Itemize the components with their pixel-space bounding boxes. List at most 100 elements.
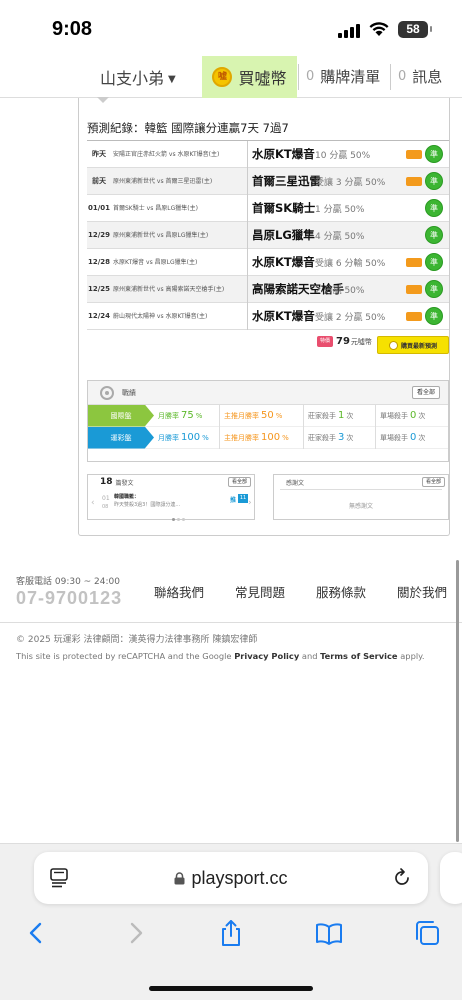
post-date: 01 08: [102, 495, 110, 510]
buy-coins-button[interactable]: 噓 買噓幣: [202, 56, 297, 98]
win-badge: 準: [425, 253, 443, 271]
top-nav: 山支小弟 ▼ 噓 買噓幣 0 購牌清單 0 訊息: [0, 56, 462, 98]
target-icon: [100, 385, 114, 400]
footer-link-terms[interactable]: 服務條款: [316, 582, 366, 601]
stats-header: 戰績 看全部: [88, 381, 448, 405]
thanks-empty-text: 無感謝文: [348, 503, 373, 510]
buy-latest-label: 購買最新預測: [400, 342, 437, 350]
record-date: 昨天: [92, 150, 106, 158]
stats-view-all-button[interactable]: 看全部: [411, 386, 440, 399]
predictor-card: 預測紀錄：韓籃 國際讓分連贏7天 7過7 昨天 安陽正官庄赤紅火箭 vs 水原K…: [78, 97, 450, 536]
footer-link-contact[interactable]: 聯絡我們: [154, 582, 204, 601]
privacy-policy-link[interactable]: Privacy Policy: [234, 651, 299, 661]
chevron-right-icon[interactable]: ›: [248, 498, 252, 508]
table-row: 12/28 水原KT爆音 vs 昌原LG獵隼(主) 水原KT爆音 受讓 6 分輸…: [87, 248, 449, 276]
scrollbar[interactable]: [456, 560, 459, 842]
stat-label: 運彩盤: [88, 426, 154, 449]
posts-title: 篇發文: [115, 479, 134, 487]
reload-icon[interactable]: [390, 866, 414, 890]
record-pick: 首爾三星迅雷: [252, 174, 321, 188]
carousel-dots: [172, 518, 185, 521]
record-match: 原州東浦新世代 vs 昌原LG獵隼(主): [111, 221, 248, 249]
coin-icon: 噓: [212, 67, 233, 87]
host-month-win-rate: 主推月勝率 50%: [220, 404, 304, 427]
record-date: 12/29: [87, 231, 111, 239]
record-result: 2 分贏 50%: [315, 285, 365, 296]
buy-coins-label: 買噓幣: [238, 69, 287, 88]
recaptcha-notice: This site is protected by reCAPTCHA and …: [16, 651, 425, 661]
record-date: 12/25: [87, 285, 111, 293]
tabs-icon[interactable]: [412, 918, 442, 948]
forward-icon[interactable]: [120, 918, 150, 948]
record-result: 10 分贏 50%: [315, 150, 371, 161]
status-bar: 9:08 58: [0, 0, 462, 56]
messages-link[interactable]: 0 訊息: [398, 66, 442, 87]
stats-panel: 戰績 看全部 國際盤 月勝率 75% 主推月勝率 50% 莊家殺手 1 次 單場殺手 0 次…: [87, 380, 449, 462]
table-row: 12/24 蔚山現代太陽神 vs 水原KT爆音(主) 水原KT爆音 受讓 2 分…: [87, 302, 449, 330]
table-row: 昨天 安陽正官庄赤紅火箭 vs 水原KT爆音(主) 水原KT爆音 10 分贏 5…: [87, 140, 449, 168]
record-date: 12/24: [87, 312, 111, 320]
user-name: 山支小弟: [100, 69, 165, 88]
record-table: 昨天 安陽正官庄赤紅火箭 vs 水原KT爆音(主) 水原KT爆音 10 分贏 5…: [87, 140, 449, 330]
buy-latest-prediction-button[interactable]: 購買最新預測: [377, 336, 449, 354]
thanks-title: 感謝文: [286, 480, 305, 487]
table-row: 12/25 原州東浦新世代 vs 高陽索諾天空槍手(主) 高陽索諾天空槍手 2 …: [87, 275, 449, 303]
service-hours: 客服電話 09:30 ~ 24:00: [16, 577, 120, 587]
month-win-rate: 月勝率 75%: [154, 404, 220, 427]
win-badge: 準: [425, 226, 443, 244]
footer-link-faq[interactable]: 常見問題: [235, 582, 285, 601]
record-match: 水原KT爆音 vs 昌原LG獵隼(主): [111, 248, 248, 276]
single-killer: 單場殺手 0 次: [380, 410, 426, 421]
record-match: 原州東浦新世代 vs 首爾三星迅雷(主): [111, 167, 248, 195]
messages-label: 訊息: [412, 68, 443, 86]
chevron-left-icon[interactable]: ‹: [91, 498, 95, 508]
record-result: 受讓 6 分輸 50%: [315, 258, 386, 269]
footer-link-about[interactable]: 關於我們: [397, 582, 447, 601]
record-pick: 水原KT爆音: [252, 255, 315, 269]
record-date: 01/01: [87, 204, 111, 212]
single-killer: 單場殺手 0 次: [380, 432, 426, 443]
record-result: 1 分贏 50%: [315, 204, 365, 215]
record-title: 預測紀錄：韓籃 國際讓分連贏7天 7過7: [87, 121, 289, 135]
footer-divider: [0, 622, 462, 623]
record-pick: 首爾SK騎士: [252, 201, 316, 215]
record-date: 前天: [92, 177, 106, 185]
table-row: 前天 原州東浦新世代 vs 首爾三星迅雷(主) 首爾三星迅雷 受讓 3 分贏 5…: [87, 167, 449, 195]
back-icon[interactable]: [22, 918, 52, 948]
thanks-panel: 感謝文 看全部 無感謝文: [273, 474, 449, 520]
record-tag-icon: [406, 149, 422, 159]
recommend-count: 11: [238, 494, 248, 503]
win-badge: 準: [425, 280, 443, 298]
status-time: 9:08: [52, 18, 93, 40]
battery-icon: 58: [398, 21, 432, 38]
record-result: 4 分贏 50%: [315, 231, 365, 242]
posts-view-all-button[interactable]: 看全部: [227, 477, 251, 487]
service-phone[interactable]: 07-9700123: [16, 588, 122, 609]
win-badge: 準: [425, 145, 443, 163]
share-icon[interactable]: [216, 918, 246, 948]
user-menu[interactable]: 山支小弟 ▼: [100, 65, 176, 89]
post-item[interactable]: ‹ 01 08 韓國職籃： 昨天雙殺3過3！國際讓分連... 推 11 ›: [88, 493, 254, 515]
recommend-badge: 推: [230, 497, 237, 504]
wifi-icon: [369, 22, 389, 36]
posts-panel: 18 篇發文 看全部 ‹ 01 08 韓國職籃： 昨天雙殺3過3！國際讓分連... …: [87, 474, 255, 521]
tab-notch: [97, 97, 109, 103]
stat-row-sports-lottery: 運彩盤 月勝率 100% 主推月勝率 100% 莊家殺手 3 次 單場殺手 0 次: [88, 426, 448, 449]
cart-label: 購牌清單: [320, 68, 381, 86]
bookmaker-killer: 莊家殺手 1 次: [304, 404, 376, 427]
next-tab-preview[interactable]: [440, 852, 462, 904]
browser-toolbar: playsport.cc: [0, 843, 462, 1000]
address-bar[interactable]: playsport.cc: [34, 852, 428, 904]
url-display: playsport.cc: [34, 852, 428, 904]
cellular-signal-icon: [338, 24, 360, 38]
thanks-view-all-button[interactable]: 看全部: [421, 477, 445, 487]
record-tag-icon: [406, 284, 422, 294]
record-match: 蔚山現代太陽神 vs 水原KT爆音(主): [111, 302, 248, 330]
bookmarks-icon[interactable]: [314, 918, 344, 948]
cart-link[interactable]: 0 購牌清單: [306, 66, 380, 87]
url-text: playsport.cc: [191, 867, 288, 888]
post-count: 18: [100, 477, 113, 487]
coin-icon: [388, 340, 398, 350]
terms-of-service-link[interactable]: Terms of Service: [320, 651, 397, 661]
price-value: 79: [336, 336, 350, 347]
